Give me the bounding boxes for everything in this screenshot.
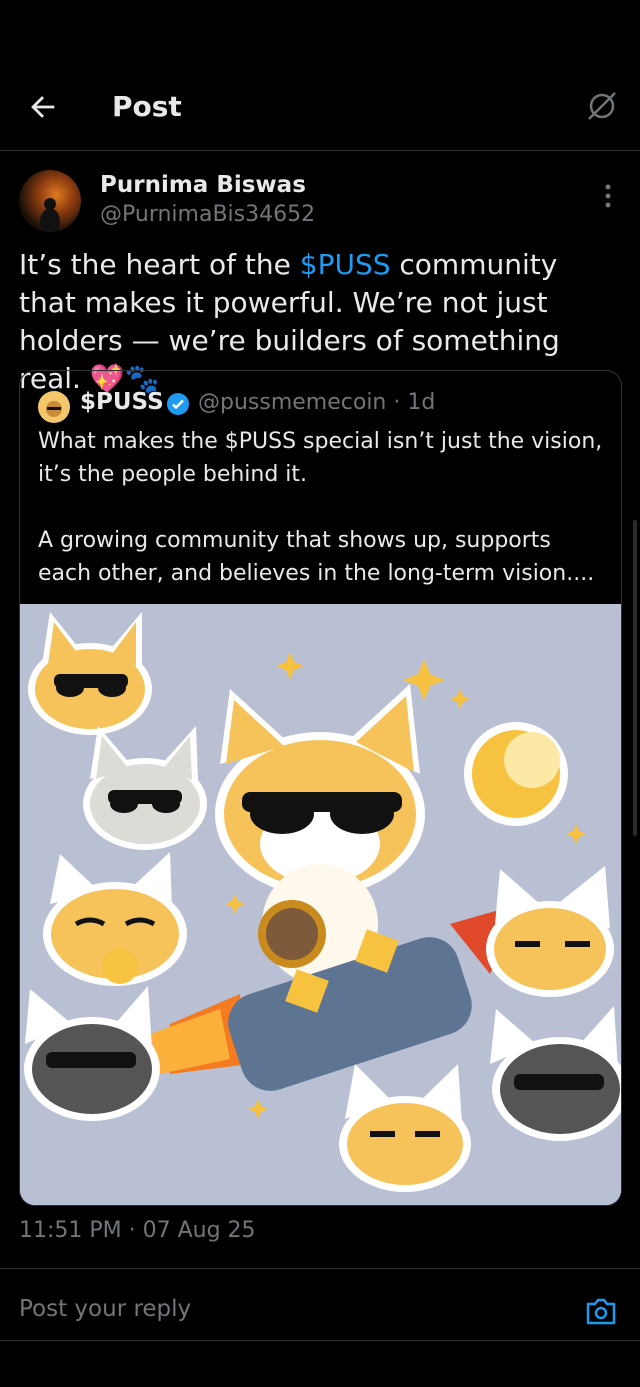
post-timestamp: 11:51 PM · 07 Aug 25 [19, 1218, 256, 1243]
avatar[interactable] [19, 170, 81, 232]
quoted-post-text: What makes the $PUSS special isn’t just … [38, 429, 603, 586]
more-options-icon[interactable] [596, 182, 620, 210]
quoted-handle-time: @pussmemecoin · 1d [198, 390, 436, 415]
cashtag-link[interactable]: $PUSS [300, 248, 391, 281]
verified-badge-icon [167, 393, 189, 415]
scrollbar[interactable] [633, 520, 637, 836]
quoted-post-image[interactable] [20, 604, 621, 1205]
author-name[interactable]: Purnima Biswas [100, 172, 306, 198]
reply-divider [0, 1340, 640, 1341]
camera-icon[interactable] [585, 1296, 617, 1326]
page-title: Post [112, 90, 182, 123]
header-divider [0, 150, 640, 151]
quoted-post[interactable]: $PUSS @pussmemecoin · 1d What makes the … [19, 370, 622, 1206]
back-arrow-icon[interactable] [26, 90, 60, 124]
author-handle[interactable]: @PurnimaBis34652 [100, 202, 315, 227]
reply-input[interactable]: Post your reply [19, 1296, 191, 1322]
quoted-author-name: $PUSS [80, 389, 164, 415]
top-bar: Post [0, 62, 640, 150]
timestamp-divider [0, 1268, 640, 1269]
post-text-part1: It’s the heart of the [19, 248, 300, 281]
quoted-avatar [38, 391, 70, 423]
grok-icon[interactable] [584, 88, 620, 124]
